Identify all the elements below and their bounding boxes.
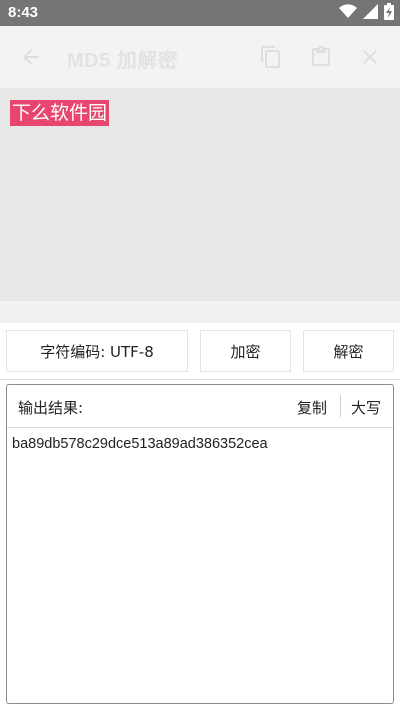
copy-icon[interactable] xyxy=(259,45,283,69)
wifi-icon xyxy=(339,3,357,23)
input-selected-text[interactable]: 下么软件园 xyxy=(10,100,110,126)
encoding-button[interactable]: 字符编码: UTF-8 xyxy=(6,330,188,372)
output-panel: 输出结果: 复制 大写 ba89db578c29dce513a89ad38635… xyxy=(6,384,394,704)
encrypt-label: 加密 xyxy=(230,342,261,361)
decrypt-button[interactable]: 解密 xyxy=(303,330,394,372)
status-icons xyxy=(339,2,394,24)
header-divider xyxy=(340,395,341,417)
app-title: MD5 加解密 xyxy=(67,50,179,72)
encoding-label: 字符编码: UTF-8 xyxy=(40,342,154,361)
output-result-text[interactable]: ba89db578c29dce513a89ad386352cea xyxy=(12,436,268,452)
close-icon[interactable] xyxy=(358,45,382,69)
divider xyxy=(0,379,400,380)
output-header: 输出结果: 复制 大写 xyxy=(7,385,393,428)
app-bar: MD5 加解密 xyxy=(0,26,400,88)
copy-button[interactable]: 复制 xyxy=(297,397,327,418)
signal-icon xyxy=(363,3,378,23)
status-time: 8:43 xyxy=(8,4,39,21)
battery-charging-icon xyxy=(384,2,394,24)
encrypt-button[interactable]: 加密 xyxy=(200,330,291,372)
decrypt-label: 解密 xyxy=(333,342,364,361)
output-label: 输出结果: xyxy=(18,399,84,417)
clipboard-icon[interactable] xyxy=(309,45,333,69)
uppercase-button[interactable]: 大写 xyxy=(351,397,381,418)
input-text-area[interactable]: 下么软件园 xyxy=(0,88,400,301)
back-arrow-icon[interactable] xyxy=(19,45,43,69)
status-bar: 8:43 xyxy=(0,0,400,26)
section-separator xyxy=(0,301,400,323)
